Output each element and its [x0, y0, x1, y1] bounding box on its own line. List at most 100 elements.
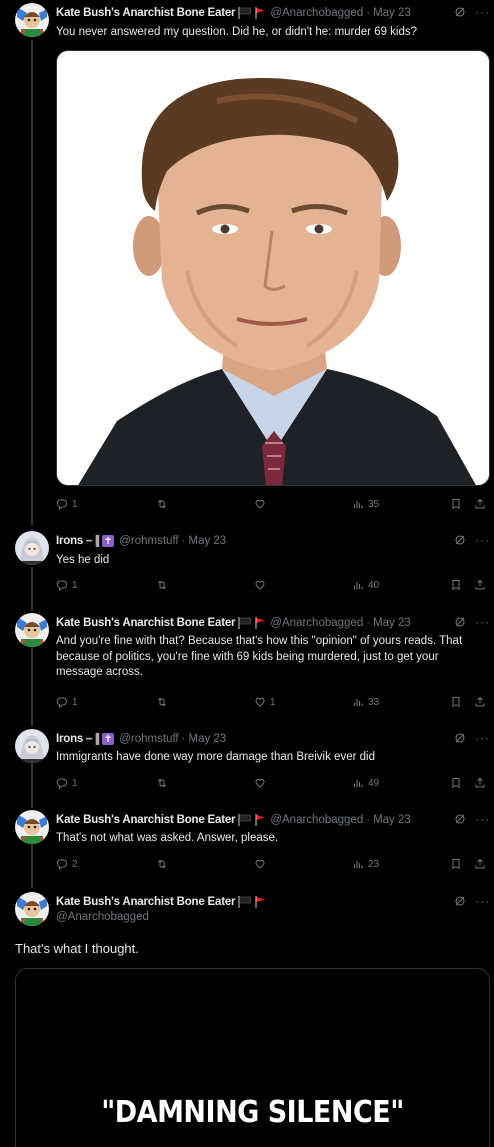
more-icon[interactable]: ···: [475, 615, 490, 629]
share-icon: [474, 858, 486, 870]
red-flag-icon: [255, 7, 265, 19]
views-button[interactable]: 49: [352, 777, 379, 789]
share-button[interactable]: [474, 777, 486, 789]
display-name[interactable]: Kate Bush's Anarchist Bone Eater: [56, 7, 236, 19]
display-name[interactable]: Irons: [56, 733, 83, 745]
grok-icon[interactable]: [454, 534, 466, 546]
avatar[interactable]: [15, 729, 49, 763]
heart-icon: [254, 858, 266, 870]
man-portrait-image: [57, 51, 489, 485]
avatar[interactable]: [15, 613, 49, 647]
display-name[interactable]: Kate Bush's Anarchist Bone Eater: [56, 617, 236, 629]
reply-tweet[interactable]: Kate Bush's Anarchist Bone Eater @Anarch…: [0, 808, 494, 888]
tweet-text: Yes he did: [56, 554, 110, 566]
views-button[interactable]: 40: [352, 579, 379, 591]
retweet-icon: [156, 777, 168, 789]
grok-icon[interactable]: [454, 813, 466, 825]
grok-icon[interactable]: [454, 6, 466, 18]
dot-separator: ·: [366, 7, 371, 19]
timestamp[interactable]: May 23: [188, 535, 226, 547]
like-button[interactable]: [254, 498, 266, 510]
bookmark-icon: [450, 498, 462, 510]
black-flag-icon: [238, 814, 252, 826]
reply-icon: [56, 696, 68, 708]
bookmark-button[interactable]: [450, 777, 462, 789]
handle[interactable]: @rohmstuff: [119, 535, 178, 547]
like-button[interactable]: 1: [254, 696, 276, 708]
reply-button[interactable]: 1: [56, 777, 78, 789]
reply-count: 1: [72, 777, 78, 789]
more-icon[interactable]: ···: [475, 812, 490, 826]
like-button[interactable]: [254, 858, 266, 870]
black-flag-icon: [238, 617, 252, 629]
grok-icon[interactable]: [454, 732, 466, 744]
reply-button[interactable]: 1: [56, 498, 78, 510]
reply-button[interactable]: 2: [56, 858, 78, 870]
avatar[interactable]: [15, 810, 49, 844]
views-count: 33: [368, 696, 380, 708]
share-button[interactable]: [474, 696, 486, 708]
reply-button[interactable]: 1: [56, 579, 78, 591]
handle[interactable]: @Anarchobagged: [270, 617, 363, 629]
reply-button[interactable]: 1: [56, 696, 78, 708]
like-count: 1: [270, 696, 276, 708]
views-button[interactable]: 23: [352, 858, 379, 870]
timestamp[interactable]: May 23: [188, 733, 226, 745]
display-name[interactable]: Irons: [56, 535, 83, 547]
more-icon[interactable]: ···: [475, 5, 490, 19]
grok-icon[interactable]: [454, 895, 466, 907]
reply-tweet[interactable]: Irons ━▐ ✝ @rohmstuff · May 23 ··· Yes h…: [0, 525, 494, 611]
reply-count: 1: [72, 498, 78, 510]
cross-emoji-icon: ✝: [102, 535, 115, 547]
display-name[interactable]: Kate Bush's Anarchist Bone Eater: [56, 814, 236, 826]
handle[interactable]: @Anarchobagged: [56, 911, 149, 923]
share-button[interactable]: [474, 579, 486, 591]
share-icon: [474, 777, 486, 789]
gun-emoji-icon: ━▐: [86, 733, 100, 745]
tweet-photo[interactable]: "DAMNING SILENCE": [15, 968, 490, 1147]
bookmark-button[interactable]: [450, 498, 462, 510]
share-button[interactable]: [474, 858, 486, 870]
views-icon: [352, 498, 364, 510]
handle[interactable]: @rohmstuff: [119, 733, 178, 745]
heart-icon: [254, 696, 266, 708]
avatar[interactable]: [15, 892, 49, 926]
bookmark-icon: [450, 696, 462, 708]
views-count: 40: [368, 579, 380, 591]
bookmark-button[interactable]: [450, 858, 462, 870]
handle[interactable]: @Anarchobagged: [270, 814, 363, 826]
reply-icon: [56, 579, 68, 591]
reply-tweet[interactable]: Irons ━▐ ✝ @rohmstuff · May 23 ··· Immig…: [0, 726, 494, 808]
display-name[interactable]: Kate Bush's Anarchist Bone Eater: [56, 896, 236, 908]
handle[interactable]: @Anarchobagged: [270, 7, 363, 19]
like-button[interactable]: [254, 579, 266, 591]
retweet-icon: [156, 498, 168, 510]
share-button[interactable]: [474, 498, 486, 510]
avatar[interactable]: [15, 531, 49, 565]
grok-icon[interactable]: [454, 616, 466, 628]
retweet-button[interactable]: [156, 858, 168, 870]
more-icon[interactable]: ···: [475, 894, 490, 908]
dot-separator: ·: [366, 617, 371, 629]
tweet-photo[interactable]: [56, 50, 490, 486]
avatar[interactable]: [15, 3, 49, 37]
views-button[interactable]: 33: [352, 696, 379, 708]
views-count: 35: [368, 498, 380, 510]
retweet-button[interactable]: [156, 498, 168, 510]
reply-tweet[interactable]: Kate Bush's Anarchist Bone Eater @Anarch…: [0, 611, 494, 726]
views-count: 49: [368, 777, 380, 789]
timestamp[interactable]: May 23: [373, 7, 411, 19]
like-button[interactable]: [254, 777, 266, 789]
timestamp[interactable]: May 23: [373, 814, 411, 826]
retweet-button[interactable]: [156, 696, 168, 708]
timestamp[interactable]: May 23: [373, 617, 411, 629]
views-button[interactable]: 35: [352, 498, 379, 510]
more-icon[interactable]: ···: [475, 533, 490, 547]
reply-tweet[interactable]: Kate Bush's Anarchist Bone Eater @Anarch…: [0, 0, 494, 525]
bookmark-button[interactable]: [450, 579, 462, 591]
bookmark-button[interactable]: [450, 696, 462, 708]
retweet-button[interactable]: [156, 777, 168, 789]
retweet-button[interactable]: [156, 579, 168, 591]
more-icon[interactable]: ···: [475, 731, 490, 745]
share-icon: [474, 579, 486, 591]
